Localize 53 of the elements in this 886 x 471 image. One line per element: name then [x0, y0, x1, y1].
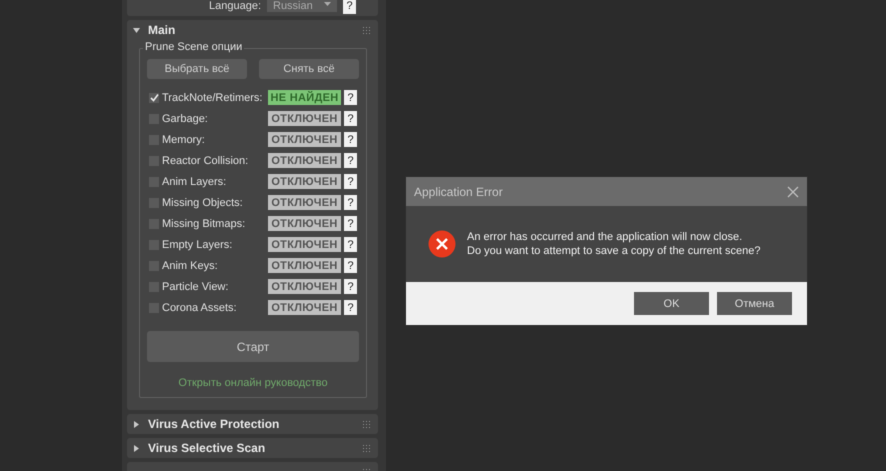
dialog-button[interactable]: OK — [634, 292, 709, 315]
option-label: TrackNote/Retimers: — [162, 92, 264, 104]
start-button[interactable]: Старт — [147, 331, 359, 362]
status-badge: ОТКЛЮЧЕН — [268, 237, 341, 252]
option-label: Corona Assets: — [162, 302, 238, 314]
option-label: Missing Bitmaps: — [162, 218, 246, 230]
option-label: Anim Keys: — [162, 260, 219, 272]
option-label: Reactor Collision: — [162, 154, 250, 166]
checkbox[interactable] — [149, 92, 159, 102]
help-button[interactable]: ? — [344, 216, 357, 231]
rollout-header[interactable]: Virus Selective Scan — [127, 438, 378, 458]
dialog-button[interactable]: Отмена — [717, 292, 792, 315]
status-badge: ОТКЛЮЧЕН — [268, 216, 341, 231]
help-button[interactable]: ? — [344, 90, 357, 105]
rollout-header[interactable]: Main — [127, 20, 378, 40]
select-button[interactable]: Выбрать всё — [147, 59, 247, 79]
help-button[interactable]: ? — [344, 279, 357, 294]
option-label: Missing Objects: — [162, 196, 244, 208]
help-button[interactable]: ? — [344, 300, 357, 315]
option-label: Particle View: — [162, 280, 230, 292]
status-badge: ОТКЛЮЧЕН — [268, 300, 341, 315]
expand-arrow-icon[interactable] — [133, 444, 140, 452]
status-badge: ОТКЛЮЧЕН — [268, 174, 341, 189]
option-label: Memory: — [162, 134, 206, 146]
help-button[interactable]: ? — [344, 111, 357, 126]
error-icon — [428, 230, 456, 258]
help-button[interactable]: ? — [344, 237, 357, 252]
status-badge: ОТКЛЮЧЕН — [268, 195, 341, 210]
status-badge: ОТКЛЮЧЕН — [268, 111, 341, 126]
group-title: Prune Scene опции — [143, 41, 244, 53]
help-button[interactable]: ? — [344, 258, 357, 273]
expand-arrow-icon[interactable] — [133, 420, 140, 428]
help-button[interactable]: ? — [344, 153, 357, 168]
option-label: Garbage: — [162, 112, 209, 124]
help-button[interactable]: ? — [344, 195, 357, 210]
caret-icon — [324, 0, 331, 7]
collapse-arrow-icon[interactable] — [133, 26, 140, 34]
option-label: Anim Layers: — [162, 176, 228, 188]
status-badge: ОТКЛЮЧЕН — [268, 153, 341, 168]
error-message: An error has occurred and the application will now close. Do you want to attempt to save a copy of the current scene? — [467, 230, 760, 258]
dialog-title: Application Error — [414, 184, 503, 198]
option-label: Empty Layers: — [162, 238, 234, 250]
help-button[interactable]: ? — [343, 0, 356, 14]
rollout-header[interactable]: Virus Active Protection — [127, 414, 378, 434]
status-badge: ОТКЛЮЧЕН — [268, 279, 341, 294]
status-badge: ОТКЛЮЧЕН — [268, 132, 341, 147]
language-label: Language: — [209, 0, 261, 12]
select-button[interactable]: Снять всё — [259, 59, 359, 79]
status-badge: НЕ НАЙДЕН — [268, 90, 341, 105]
help-button[interactable]: ? — [344, 132, 357, 147]
status-badge: ОТКЛЮЧЕН — [268, 258, 341, 273]
close-icon[interactable] — [787, 186, 799, 198]
help-button[interactable]: ? — [344, 174, 357, 189]
